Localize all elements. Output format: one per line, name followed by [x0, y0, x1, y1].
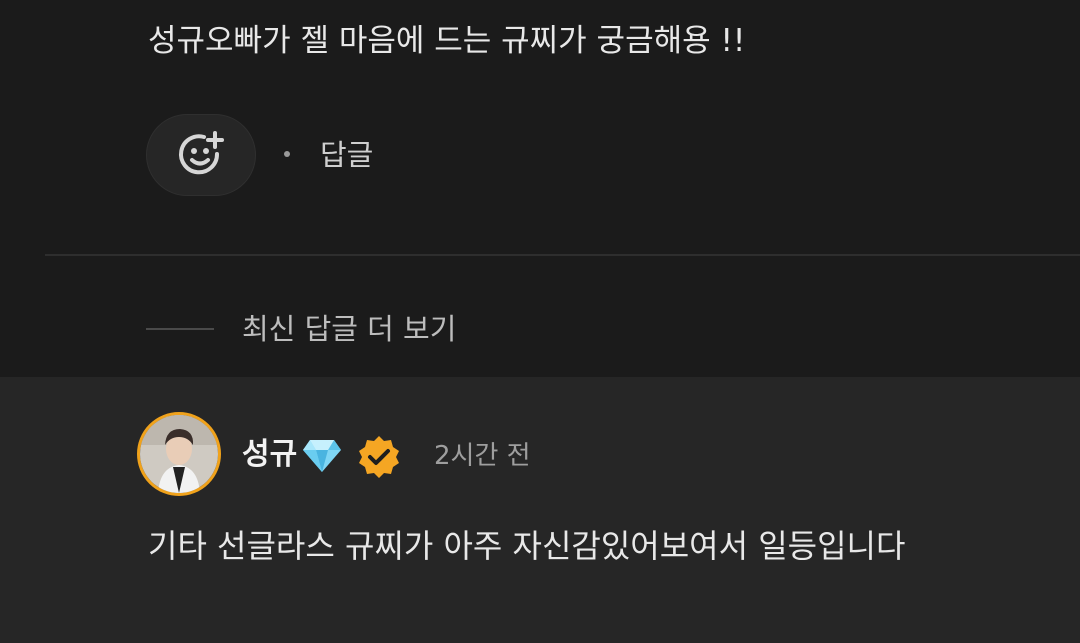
separator-dot	[284, 151, 290, 157]
more-replies-button[interactable]: 최신 답글 더 보기	[242, 307, 456, 351]
avatar-photo	[140, 415, 218, 493]
add-reaction-button[interactable]	[146, 114, 256, 196]
avatar[interactable]	[137, 412, 221, 496]
gem-icon	[303, 440, 341, 472]
reply-author[interactable]: 성규	[242, 434, 297, 476]
add-emoji-icon	[179, 131, 224, 175]
reply-timestamp: 2시간 전	[434, 441, 531, 471]
reply-text: 기타 선글라스 규찌가 아주 자신감있어보여서 일등입니다	[148, 527, 906, 565]
divider	[45, 254, 1080, 256]
reply-button[interactable]: 답글	[320, 133, 373, 177]
more-replies-line	[146, 328, 214, 330]
verified-check-icon	[359, 436, 399, 478]
comment-text: 성규오빠가 젤 마음에 드는 규찌가 궁금해용 !!	[148, 23, 746, 59]
